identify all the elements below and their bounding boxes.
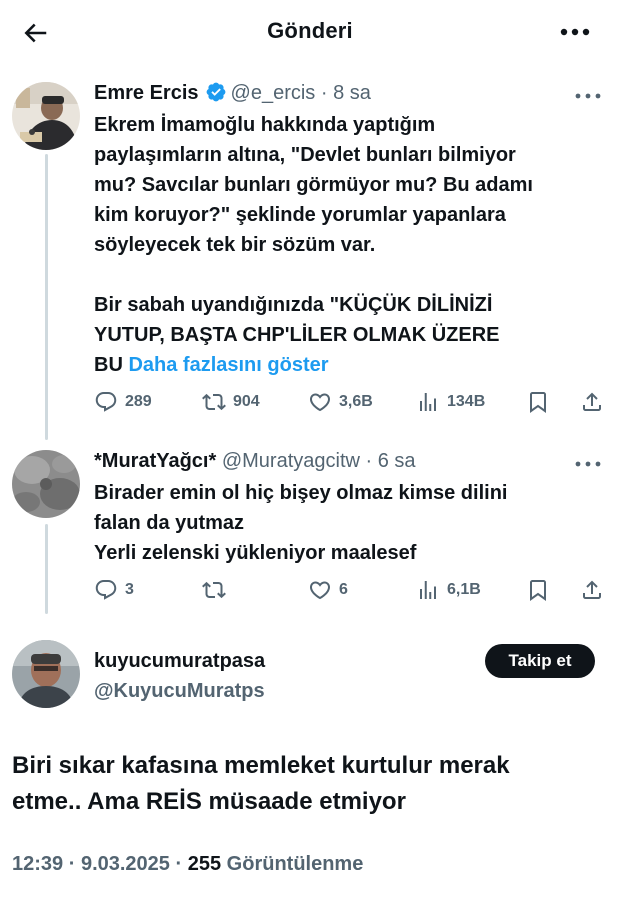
tweet-more-button[interactable] bbox=[574, 456, 602, 467]
tweet-header: Emre Ercis @e_ercis · 8 sa bbox=[94, 80, 371, 106]
text-line: falan da yutmaz bbox=[94, 512, 245, 534]
like-count: 3,6B bbox=[339, 393, 373, 410]
views-button[interactable]: 134B bbox=[416, 388, 485, 416]
text-line: BU bbox=[94, 354, 123, 376]
share-icon bbox=[583, 580, 601, 599]
repost-button[interactable] bbox=[202, 576, 233, 604]
avatar-photo bbox=[12, 82, 80, 150]
bookmark-icon bbox=[530, 392, 546, 413]
text-line: paylaşımların altına, "Devlet bunları bi… bbox=[94, 144, 516, 166]
tweet-more-button[interactable] bbox=[574, 88, 602, 99]
post-time[interactable]: 12:39 bbox=[12, 853, 63, 875]
avatar[interactable] bbox=[12, 640, 80, 708]
more-button[interactable] bbox=[558, 20, 592, 44]
text-line: mu? Savcılar bunları görmüyor mu? Bu ada… bbox=[94, 174, 533, 196]
post-meta: 12:39 · 9.03.2025 · 255 Görüntülenme bbox=[12, 853, 363, 876]
reply-button[interactable]: 289 bbox=[94, 388, 152, 416]
bookmark-icon bbox=[530, 580, 546, 601]
post-date[interactable]: 9.03.2025 bbox=[81, 853, 170, 875]
share-icon bbox=[583, 392, 601, 411]
author-handle[interactable]: @e_ercis bbox=[231, 82, 316, 104]
views-chart-icon bbox=[420, 393, 436, 411]
tweet-time[interactable]: 6 sa bbox=[378, 450, 416, 472]
reply-count: 3 bbox=[125, 581, 134, 598]
reply-icon bbox=[95, 392, 117, 412]
more-horizontal-icon bbox=[575, 93, 601, 99]
avatar[interactable] bbox=[12, 82, 80, 150]
views-count: 6,1B bbox=[447, 581, 481, 598]
bookmark-button[interactable] bbox=[526, 388, 550, 416]
tweet-actions: 3 6 6,1B bbox=[94, 576, 614, 604]
repost-icon bbox=[202, 393, 226, 411]
views-button[interactable]: 6,1B bbox=[416, 576, 481, 604]
verified-badge-icon bbox=[205, 81, 227, 103]
tweet-actions: 289 904 3,6B 134B bbox=[94, 388, 614, 416]
like-count: 6 bbox=[339, 581, 348, 598]
text-line: Bir sabah uyandığınızda "KÜÇÜK DİLİNİZİ bbox=[94, 294, 493, 316]
like-button[interactable]: 6 bbox=[308, 576, 348, 604]
post-text: Biri sıkar kafasına memleket kurtulur me… bbox=[12, 748, 602, 820]
thread-connector bbox=[45, 524, 48, 614]
separator: · bbox=[68, 853, 76, 875]
views-chart-icon bbox=[420, 581, 436, 599]
text-line: etme.. Ama REİS müsaade etmiyor bbox=[12, 788, 406, 815]
avatar[interactable] bbox=[12, 450, 80, 518]
author-name[interactable]: kuyucumuratpasa bbox=[94, 650, 265, 673]
author-handle[interactable]: @KuyucuMuratps bbox=[94, 680, 265, 703]
text-line: Ekrem İmamoğlu hakkında yaptığım bbox=[94, 114, 436, 136]
text-line: söyleyecek tek bir sözüm var. bbox=[94, 234, 376, 256]
repost-icon bbox=[202, 581, 226, 599]
show-more-link[interactable]: Daha fazlasını göster bbox=[128, 354, 328, 376]
follow-button[interactable]: Takip et bbox=[485, 644, 595, 678]
tweet-header: *MuratYağcı* @Muratyagcitw · 6 sa bbox=[94, 448, 416, 474]
text-line: Biri sıkar kafasına memleket kurtulur me… bbox=[12, 752, 510, 779]
text-line: kim koruyor?" şeklinde yorumlar yapanlar… bbox=[94, 204, 506, 226]
author-name[interactable]: Emre Ercis bbox=[94, 82, 199, 104]
views-count: 134B bbox=[447, 393, 486, 410]
view-count: 255 bbox=[187, 853, 222, 875]
repost-count: 904 bbox=[233, 393, 260, 410]
author-name[interactable]: *MuratYağcı* bbox=[94, 450, 216, 472]
text-line: Birader emin ol hiç bişey olmaz kimse di… bbox=[94, 482, 508, 504]
tweet-time[interactable]: 8 sa bbox=[333, 82, 371, 104]
reply-count: 289 bbox=[125, 393, 152, 410]
repost-button[interactable]: 904 bbox=[202, 388, 260, 416]
like-button[interactable]: 3,6B bbox=[308, 388, 373, 416]
avatar-photo bbox=[12, 450, 80, 518]
avatar-photo bbox=[12, 640, 80, 708]
bookmark-button[interactable] bbox=[526, 576, 550, 604]
page-title: Gönderi bbox=[267, 18, 353, 43]
text-line: YUTUP, BAŞTA CHP'LİLER OLMAK ÜZERE bbox=[94, 324, 500, 346]
heart-icon bbox=[309, 393, 331, 412]
more-horizontal-icon bbox=[560, 28, 590, 36]
separator: · bbox=[320, 82, 328, 104]
view-label: Görüntülenme bbox=[226, 853, 364, 875]
top-bar: Gönderi bbox=[0, 0, 620, 64]
reply-button[interactable]: 3 bbox=[94, 576, 134, 604]
text-line: Yerli zelenski yükleniyor maalesef bbox=[94, 542, 417, 564]
share-button[interactable] bbox=[580, 388, 604, 416]
reply-icon bbox=[95, 580, 117, 600]
more-horizontal-icon bbox=[575, 461, 601, 467]
separator: · bbox=[365, 450, 373, 472]
heart-icon bbox=[309, 581, 331, 600]
thread-connector bbox=[45, 154, 48, 440]
share-button[interactable] bbox=[580, 576, 604, 604]
tweet-text: Ekrem İmamoğlu hakkında yaptığım paylaşı… bbox=[94, 110, 604, 380]
author-handle[interactable]: @Muratyagcitw bbox=[222, 450, 360, 472]
tweet-text: Birader emin ol hiç bişey olmaz kimse di… bbox=[94, 478, 604, 568]
separator: · bbox=[175, 853, 183, 875]
